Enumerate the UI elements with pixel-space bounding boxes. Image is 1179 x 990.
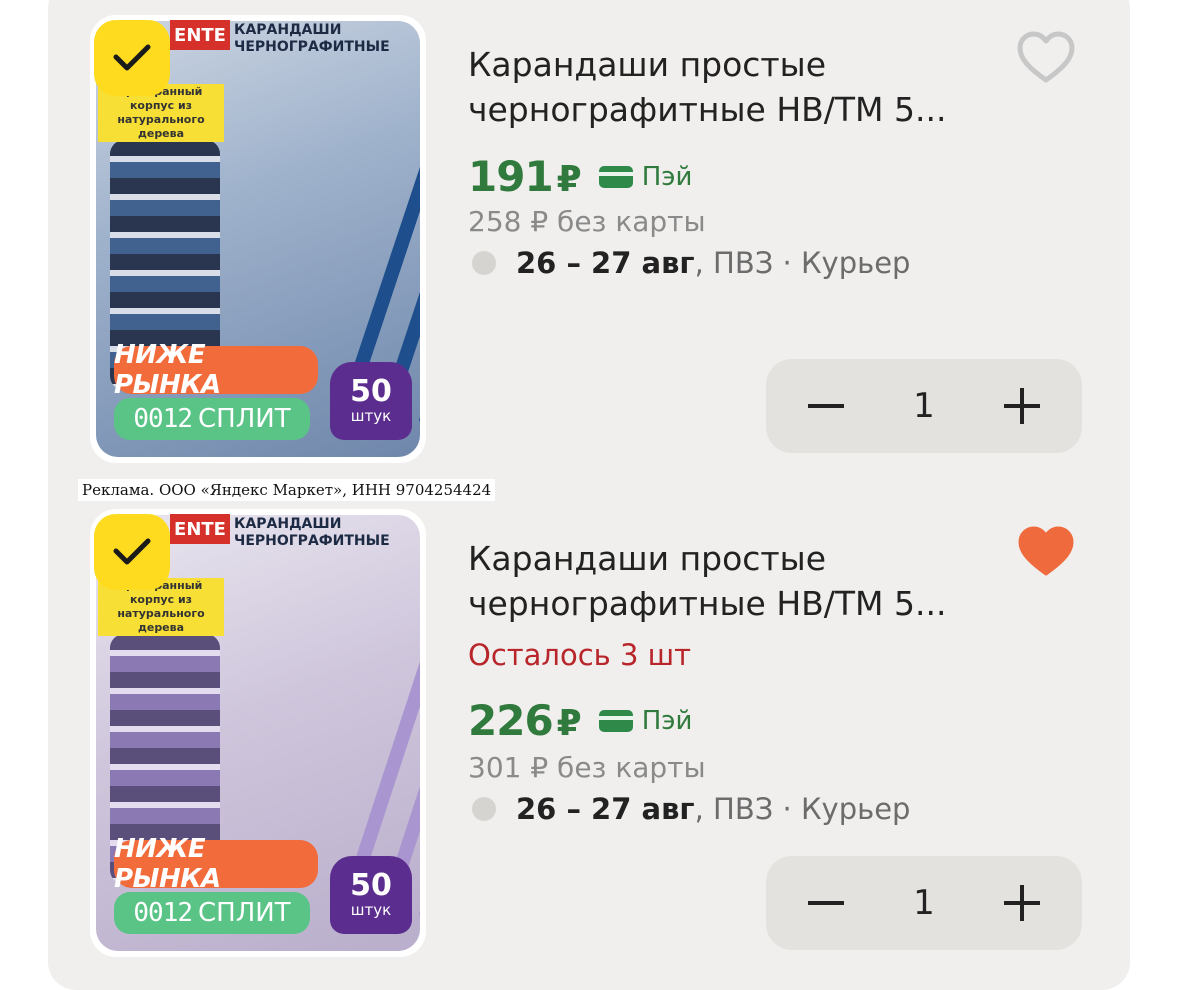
pack-unit: штук: [350, 407, 392, 425]
split-badge: 0012 СПЛИТ: [114, 398, 310, 440]
pack-count: 50: [350, 374, 392, 409]
package-title: КАРАНДАШИ ЧЕРНОГРАФИТНЫЕ: [234, 22, 390, 55]
quantity-value: 1: [913, 883, 935, 923]
pay-label: Пэй: [641, 161, 693, 192]
quantity-stepper: 1: [766, 856, 1082, 950]
increase-button[interactable]: [1002, 883, 1042, 923]
favorite-heart-icon[interactable]: [1016, 524, 1076, 580]
quantity-pack-badge: 50 штук: [330, 856, 412, 934]
delivery-date: 26 – 27 авг: [516, 792, 695, 826]
quantity-pack-badge: 50 штук: [330, 362, 412, 440]
below-market-badge: НИЖЕ РЫНКА: [114, 340, 318, 400]
product-title[interactable]: Карандаши простые чернографитные НВ/ТМ 5…: [468, 42, 988, 132]
price-without-card: 301 ₽ без карты: [468, 751, 706, 784]
delivery-info: 26 – 27 авг , ПВЗ · Курьер: [472, 792, 910, 826]
delivery-methods: , ПВЗ · Курьер: [694, 246, 911, 280]
decrease-button[interactable]: [806, 386, 846, 426]
delivery-info: 26 – 27 авг , ПВЗ · Курьер: [472, 246, 910, 280]
card-icon: [598, 709, 633, 732]
split-label: СПЛИТ: [198, 898, 291, 928]
status-dot-icon: [472, 797, 496, 821]
pack-count: 50: [350, 868, 392, 903]
split-label: СПЛИТ: [198, 404, 291, 434]
package-title: КАРАНДАШИ ЧЕРНОГРАФИТНЫЕ: [234, 516, 390, 549]
checkmark-icon: [113, 538, 151, 565]
favorite-heart-icon[interactable]: [1016, 30, 1076, 86]
price: 191 ₽: [468, 152, 582, 201]
brand-logo: ENTE: [170, 20, 230, 50]
product-card: ENTE КАРАНДАШИ ЧЕРНОГРАФИТНЫЕ трехгранны…: [0, 0, 1179, 463]
selected-checkbox[interactable]: [94, 20, 170, 96]
split-digits: 0012: [133, 898, 193, 928]
pack-unit: штук: [350, 901, 392, 919]
decrease-button[interactable]: [806, 883, 846, 923]
brand-logo: ENTE: [170, 514, 230, 544]
price-row: 226 ₽ Пэй: [468, 696, 692, 745]
product-card: ENTE КАРАНДАШИ ЧЕРНОГРАФИТНЫЕ трехгранны…: [0, 494, 1179, 957]
delivery-methods: , ПВЗ · Курьер: [694, 792, 911, 826]
price: 226 ₽: [468, 696, 582, 745]
below-market-badge: НИЖЕ РЫНКА: [114, 834, 318, 894]
split-digits: 0012: [133, 404, 193, 434]
card-icon: [598, 165, 633, 188]
status-dot-icon: [472, 251, 496, 275]
delivery-date: 26 – 27 авг: [516, 246, 695, 280]
increase-button[interactable]: [1002, 386, 1042, 426]
product-title[interactable]: Карандаши простые чернографитные НВ/ТМ 5…: [468, 536, 988, 626]
quantity-value: 1: [913, 386, 935, 426]
pay-label: Пэй: [641, 705, 693, 736]
quantity-stepper: 1: [766, 359, 1082, 453]
selected-checkbox[interactable]: [94, 514, 170, 590]
price-without-card: 258 ₽ без карты: [468, 205, 706, 238]
stock-remaining: Осталось 3 шт: [468, 638, 692, 672]
split-badge: 0012 СПЛИТ: [114, 892, 310, 934]
checkmark-icon: [113, 44, 151, 71]
price-row: 191 ₽ Пэй: [468, 152, 692, 201]
